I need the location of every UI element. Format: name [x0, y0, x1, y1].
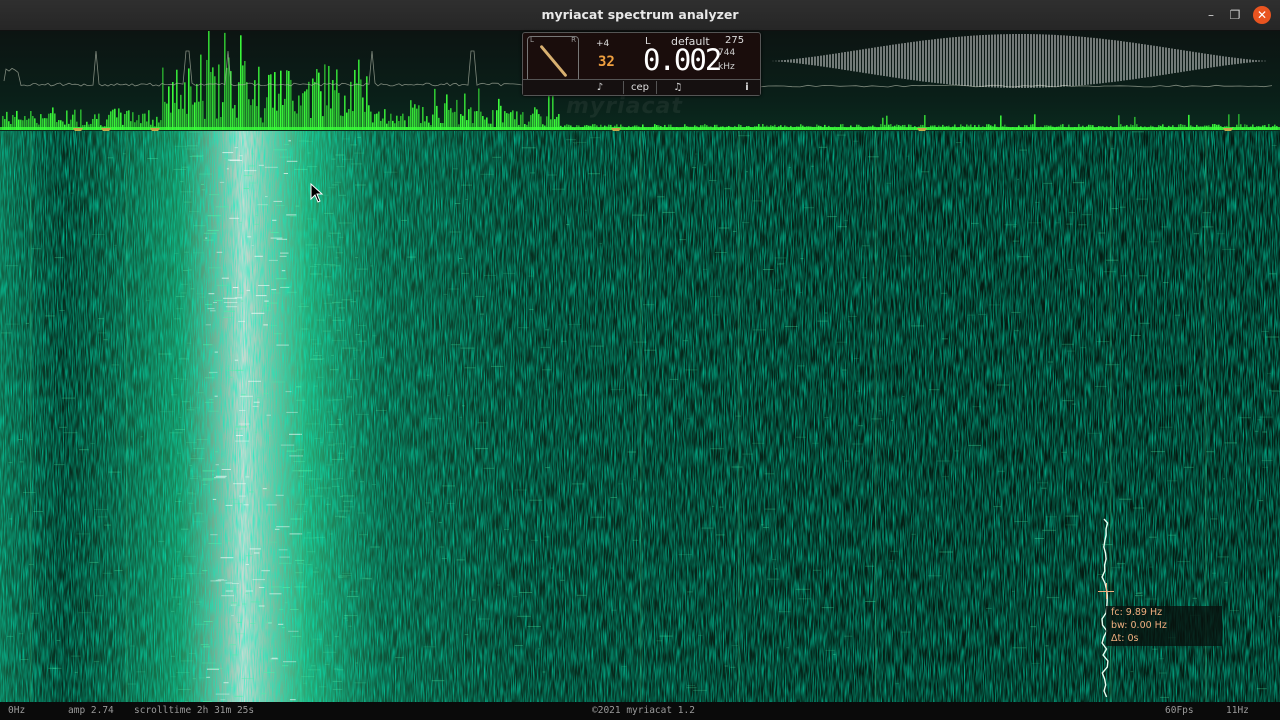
- knob-needle-icon: [539, 44, 568, 78]
- info-button[interactable]: i: [741, 81, 753, 94]
- minimize-icon[interactable]: –: [1204, 8, 1218, 22]
- cursor-crosshair-v: [1106, 583, 1107, 599]
- frequency-readout: 0.002: [643, 43, 722, 77]
- title-bar: myriacat spectrum analyzer – ❐ ✕: [0, 0, 1280, 31]
- cepstrum-button[interactable]: cep: [623, 81, 657, 94]
- tooltip-fc: fc: 9.89 Hz: [1111, 607, 1163, 618]
- preset-value: 275: [725, 35, 745, 46]
- cursor-tooltip: fc: 9.89 Hz bw: 0.00 Hz Δt: 0s: [1106, 606, 1222, 646]
- watermark-logo: myriacat: [566, 94, 683, 119]
- waterfall-plot: [0, 131, 1280, 702]
- note-button[interactable]: ♫: [671, 81, 685, 94]
- knob-left-label: L: [530, 36, 534, 44]
- amp-value[interactable]: amp 2.74: [68, 705, 114, 716]
- close-icon[interactable]: ✕: [1253, 6, 1271, 24]
- tooltip-bw: bw: 0.00 Hz: [1111, 620, 1167, 631]
- mouse-pointer-icon: [310, 183, 324, 203]
- readout-unit: kHz: [718, 62, 735, 72]
- readout-sub-value: 744: [718, 48, 736, 58]
- waterfall-view[interactable]: [0, 131, 1280, 702]
- spectrum-baseline: [0, 127, 1280, 130]
- status-bar: 0Hz amp 2.74 scrolltime 2h 31m 25s ©2021…: [0, 702, 1280, 720]
- copyright-text: ©2021 myriacat 1.2: [592, 705, 695, 716]
- maximize-icon[interactable]: ❐: [1228, 8, 1242, 22]
- scrolltime-value[interactable]: scrolltime 2h 31m 25s: [134, 705, 254, 716]
- max-frequency: 11Hz: [1226, 705, 1249, 716]
- window-title: myriacat spectrum analyzer: [541, 7, 739, 22]
- knob-right-label: R: [571, 36, 576, 44]
- tooltip-dt: Δt: 0s: [1111, 633, 1139, 644]
- bit-depth: 32: [598, 54, 615, 70]
- display-panel: L R +4 L default 275 32 0.002 744 kHz ♪ …: [522, 32, 761, 96]
- min-frequency: 0Hz: [8, 705, 26, 716]
- channel-offset: +4: [596, 39, 610, 49]
- display-toolbar: ♪ cep ♫ i: [523, 79, 760, 95]
- tuner-button[interactable]: ♪: [593, 81, 607, 94]
- waveform-scope: [772, 34, 1269, 88]
- fps-value: 60Fps: [1165, 705, 1194, 716]
